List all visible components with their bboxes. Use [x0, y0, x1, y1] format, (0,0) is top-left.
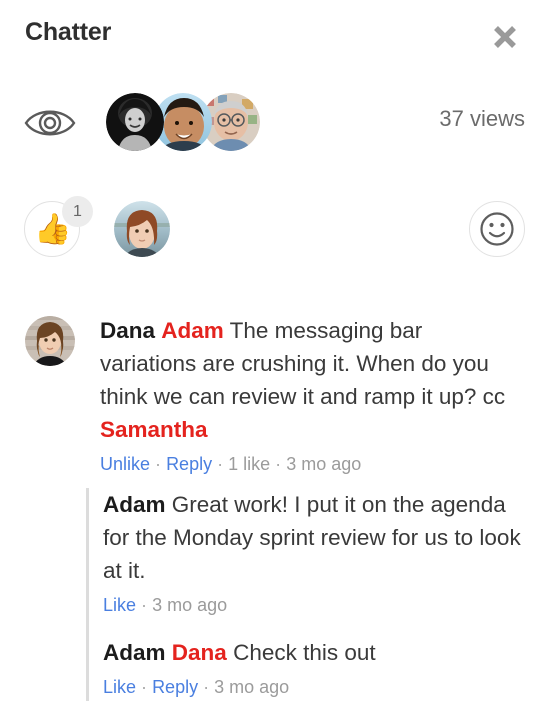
close-button[interactable]: [484, 16, 526, 58]
page-title: Chatter: [25, 18, 112, 46]
eye-icon: [22, 100, 78, 146]
add-reaction-button[interactable]: [469, 201, 525, 257]
thread-rail: [86, 488, 89, 701]
like-count: 1 like: [228, 454, 271, 474]
comment-author[interactable]: Dana: [100, 318, 155, 343]
smiley-face-icon: [480, 212, 514, 246]
meta-separator: ·: [141, 677, 148, 697]
meta-separator: ·: [203, 677, 210, 697]
views-count: 37 views: [439, 106, 525, 131]
viewers-row: 37 views: [0, 92, 540, 158]
comment-message: Check this out: [226, 640, 376, 665]
comment-mention[interactable]: Adam: [161, 318, 224, 343]
comment-text: Adam Great work! I put it on the agenda …: [103, 488, 528, 587]
meta-separator: ·: [155, 454, 162, 474]
reaction-count-badge: 1: [62, 196, 93, 227]
reply-item: Adam Great work! I put it on the agenda …: [103, 488, 540, 619]
meta-separator: ·: [141, 595, 148, 615]
viewer-avatar-1[interactable]: [106, 93, 164, 151]
reactor-avatar[interactable]: [114, 201, 170, 257]
panel-header: Chatter: [0, 0, 540, 70]
avatar[interactable]: [25, 316, 75, 366]
meta-separator: ·: [217, 454, 224, 474]
comment-mention[interactable]: Dana: [172, 640, 227, 665]
meta-separator: ·: [275, 454, 282, 474]
comments-list: Dana Adam The messaging bar variations a…: [0, 300, 540, 701]
reply-item: Adam Dana Check this out Like · Reply · …: [103, 636, 540, 701]
reactions-row: 👍 1: [0, 196, 540, 264]
like-link[interactable]: Like: [103, 595, 136, 615]
reply-link[interactable]: Reply: [166, 454, 212, 474]
like-link[interactable]: Like: [103, 677, 136, 697]
comment-text: Dana Adam The messaging bar variations a…: [100, 314, 516, 446]
comment-meta: Like · 3 mo ago: [103, 591, 528, 619]
unlike-link[interactable]: Unlike: [100, 454, 150, 474]
timestamp: 3 mo ago: [286, 454, 362, 474]
close-icon: [494, 26, 516, 48]
comment-author[interactable]: Adam: [103, 492, 166, 517]
reply-thread: Adam Great work! I put it on the agenda …: [86, 488, 540, 701]
comment-message: Great work! I put it on the agenda for t…: [103, 492, 521, 583]
comment-mention-2[interactable]: Samantha: [100, 417, 208, 442]
comment-meta: Unlike · Reply · 1 like · 3 mo ago: [100, 450, 516, 478]
comment-root: Dana Adam The messaging bar variations a…: [0, 300, 540, 478]
timestamp: 3 mo ago: [152, 595, 228, 615]
reply-link[interactable]: Reply: [152, 677, 198, 697]
comment-text: Adam Dana Check this out: [103, 636, 528, 669]
timestamp: 3 mo ago: [214, 677, 290, 697]
comment-body: Dana Adam The messaging bar variations a…: [75, 314, 524, 478]
comment-meta: Like · Reply · 3 mo ago: [103, 673, 528, 701]
comment-author[interactable]: Adam: [103, 640, 166, 665]
thumbs-up-reaction-button[interactable]: 👍 1: [24, 196, 93, 257]
